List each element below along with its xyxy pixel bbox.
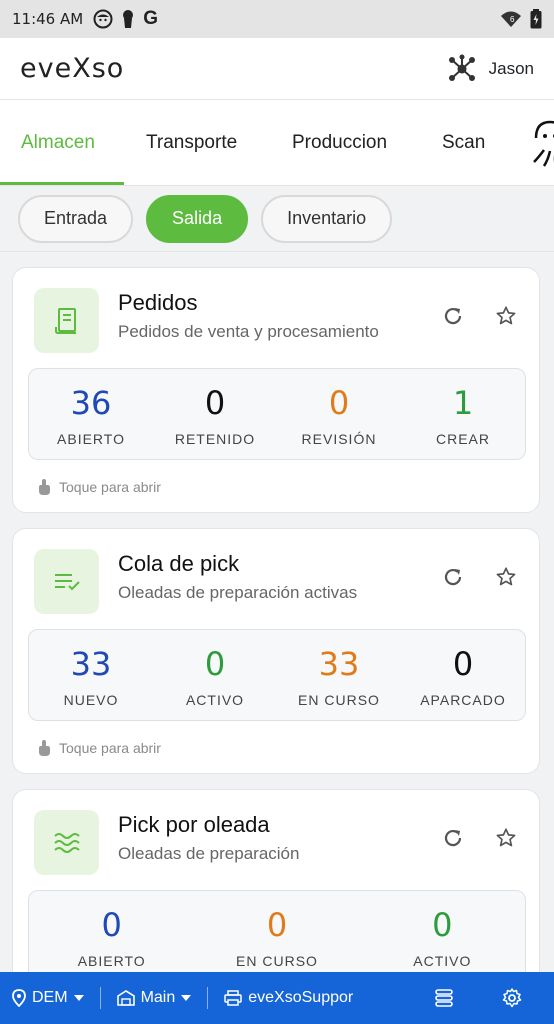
chip-inventario[interactable]: Inventario bbox=[261, 194, 393, 243]
stat-label: REVISIÓN bbox=[301, 431, 377, 447]
stat-aparcado[interactable]: 0 APARCADO bbox=[401, 630, 525, 720]
stat-value: 1 bbox=[452, 384, 474, 422]
chevron-down-icon bbox=[73, 995, 84, 1001]
tab-scan[interactable]: Scan bbox=[442, 100, 485, 185]
status-bar: 11:46 AM G 6 bbox=[0, 0, 554, 38]
stat-abierto[interactable]: 0 ABIERTO bbox=[29, 891, 194, 981]
sub-filter-chips: Entrada Salida Inventario bbox=[0, 186, 554, 252]
stat-value: 36 bbox=[70, 384, 112, 422]
waves-icon bbox=[34, 810, 99, 875]
list-check-icon bbox=[34, 549, 99, 614]
card-subtitle: Pedidos de venta y procesamiento bbox=[118, 322, 379, 341]
favorite-star-icon[interactable] bbox=[494, 826, 518, 850]
stat-value: 0 bbox=[204, 384, 226, 422]
user-name: Jason bbox=[488, 58, 534, 78]
face-icon bbox=[93, 9, 113, 29]
location-pin-icon bbox=[12, 989, 26, 1007]
network-nodes-icon bbox=[447, 54, 477, 84]
stat-label: APARCADO bbox=[420, 692, 506, 708]
stat-value: 0 bbox=[432, 906, 453, 944]
location-selector[interactable]: DEM bbox=[12, 989, 84, 1007]
google-g-icon: G bbox=[143, 8, 158, 29]
stat-value: 33 bbox=[70, 645, 112, 683]
card-cola-de-pick[interactable]: Cola de pick Oleadas de preparación acti… bbox=[12, 528, 540, 774]
tab-almacen[interactable]: Almacen bbox=[21, 100, 95, 185]
tap-hint: Toque para abrir bbox=[37, 739, 161, 757]
wifi-icon: 6 bbox=[500, 10, 522, 28]
stat-en-curso[interactable]: 0 EN CURSO bbox=[194, 891, 359, 981]
stat-label: ABIERTO bbox=[77, 953, 146, 969]
octopus-icon[interactable] bbox=[530, 100, 554, 185]
stat-value: 33 bbox=[318, 645, 360, 683]
stat-label: EN CURSO bbox=[298, 692, 380, 708]
card-pedidos[interactable]: Pedidos Pedidos de venta y procesamiento… bbox=[12, 267, 540, 513]
stat-label: CREAR bbox=[435, 431, 490, 447]
hint-text: Toque para abrir bbox=[59, 479, 161, 495]
stat-retenido[interactable]: 0 RETENIDO bbox=[153, 369, 277, 459]
touch-hand-icon bbox=[37, 478, 51, 496]
stat-revision[interactable]: 0 REVISIÓN bbox=[277, 369, 401, 459]
tab-transporte[interactable]: Transporte bbox=[146, 100, 237, 185]
stat-label: ACTIVO bbox=[185, 692, 245, 708]
card-title: Pick por oleada bbox=[118, 812, 270, 837]
divider bbox=[207, 987, 209, 1009]
favorite-star-icon[interactable] bbox=[494, 565, 518, 589]
warehouse-icon bbox=[116, 990, 135, 1006]
bottom-status-bar: DEM Main eveXsoSuppor bbox=[0, 972, 554, 1024]
chevron-down-icon bbox=[181, 995, 192, 1001]
refresh-icon[interactable] bbox=[441, 826, 465, 850]
stat-value: 0 bbox=[328, 384, 350, 422]
divider bbox=[99, 987, 101, 1009]
stat-value: 0 bbox=[101, 906, 122, 944]
warehouse-label: Main bbox=[140, 989, 176, 1006]
stat-activo[interactable]: 0 ACTIVO bbox=[153, 630, 277, 720]
stat-value: 0 bbox=[452, 645, 474, 683]
stat-label: EN CURSO bbox=[236, 953, 318, 969]
touch-hand-icon bbox=[37, 739, 51, 757]
favorite-star-icon[interactable] bbox=[494, 304, 518, 328]
wifi-badge: 6 bbox=[510, 15, 515, 24]
hint-text: Toque para abrir bbox=[59, 740, 161, 756]
chip-salida[interactable]: Salida bbox=[146, 194, 249, 243]
card-subtitle: Oleadas de preparación bbox=[118, 844, 300, 863]
warehouse-selector[interactable]: Main bbox=[116, 989, 192, 1007]
stat-label: RETENIDO bbox=[174, 431, 256, 447]
refresh-icon[interactable] bbox=[441, 565, 465, 589]
refresh-icon[interactable] bbox=[441, 304, 465, 328]
tab-produccion[interactable]: Produccion bbox=[292, 100, 387, 185]
printer-icon bbox=[224, 990, 242, 1006]
stat-activo[interactable]: 0 ACTIVO bbox=[360, 891, 525, 981]
stat-crear[interactable]: 1 CREAR bbox=[401, 369, 525, 459]
stat-abierto[interactable]: 36 ABIERTO bbox=[29, 369, 153, 459]
stats-panel: 0 ABIERTO 0 EN CURSO 0 ACTIVO bbox=[28, 890, 526, 982]
printer-selector[interactable]: eveXsoSuppor bbox=[224, 989, 353, 1007]
battery-icon bbox=[530, 9, 542, 29]
card-subtitle: Oleadas de preparación activas bbox=[118, 583, 358, 602]
stat-label: ACTIVO bbox=[413, 953, 472, 969]
database-icon[interactable] bbox=[434, 988, 454, 1008]
user-menu[interactable]: Jason bbox=[447, 54, 534, 84]
module-tabs: Almacen Transporte Produccion Scan bbox=[0, 100, 554, 186]
chip-entrada[interactable]: Entrada bbox=[18, 194, 134, 243]
card-title: Cola de pick bbox=[118, 551, 240, 576]
keyhole-icon bbox=[121, 9, 135, 29]
printer-label: eveXsoSuppor bbox=[248, 989, 354, 1006]
stat-label: ABIERTO bbox=[57, 431, 125, 447]
stats-panel: 33 NUEVO 0 ACTIVO 33 EN CURSO 0 APARCADO bbox=[28, 629, 526, 721]
stat-value: 0 bbox=[204, 645, 226, 683]
stat-nuevo[interactable]: 33 NUEVO bbox=[29, 630, 153, 720]
stat-en-curso[interactable]: 33 EN CURSO bbox=[277, 630, 401, 720]
stats-panel: 36 ABIERTO 0 RETENIDO 0 REVISIÓN 1 CREAR bbox=[28, 368, 526, 460]
tap-hint: Toque para abrir bbox=[37, 478, 161, 496]
brand-logo: eveXso bbox=[20, 53, 125, 84]
location-label: DEM bbox=[32, 989, 68, 1006]
app-bar: eveXso Jason bbox=[0, 38, 554, 100]
stat-value: 0 bbox=[266, 906, 288, 944]
stat-label: NUEVO bbox=[63, 692, 119, 708]
active-tab-indicator bbox=[0, 182, 124, 185]
settings-gear-icon[interactable] bbox=[502, 988, 522, 1008]
card-title: Pedidos bbox=[118, 290, 198, 315]
receipt-icon bbox=[34, 288, 99, 353]
status-time: 11:46 AM bbox=[12, 10, 84, 28]
